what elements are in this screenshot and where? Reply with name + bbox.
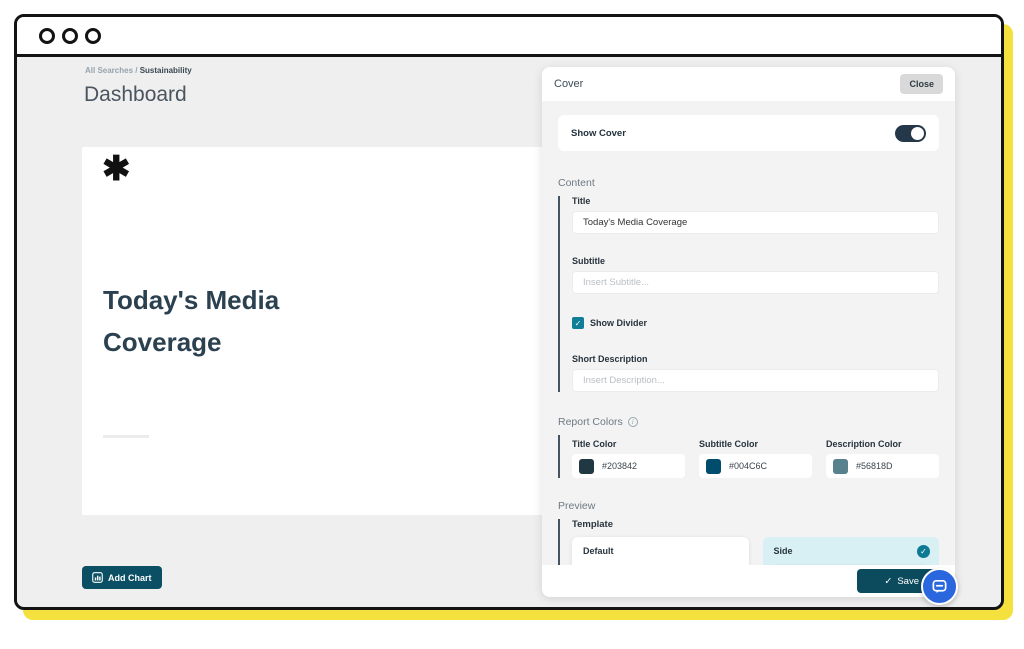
panel-footer: ✓ Save (542, 565, 955, 597)
description-input[interactable] (572, 369, 939, 392)
add-chart-button[interactable]: Add Chart (82, 566, 162, 589)
subtitle-color-column: Subtitle Color #004C6C (699, 435, 812, 478)
report-colors-section-label: Report Colors i (558, 416, 939, 428)
app-body: All Searches / Sustainability Dashboard … (17, 57, 1001, 604)
title-color-label: Title Color (572, 439, 685, 449)
panel-title: Cover (554, 78, 583, 90)
chat-widget-button[interactable] (921, 568, 958, 605)
breadcrumb-separator: / (133, 66, 140, 75)
preview-group: Template Default ✱ (558, 519, 939, 565)
selected-check-icon: ✓ (917, 545, 930, 558)
app-window: All Searches / Sustainability Dashboard … (14, 14, 1004, 610)
chat-icon (931, 578, 948, 595)
breadcrumb: All Searches / Sustainability (85, 66, 192, 75)
description-color-picker[interactable]: #56818D (826, 454, 939, 478)
subtitle-color-hex: #004C6C (729, 461, 767, 471)
cover-settings-panel: Cover Close Show Cover Content Title Sub… (542, 67, 955, 597)
description-field-label: Short Description (572, 354, 939, 364)
template-option-side[interactable]: Side ✓ ✱ (763, 537, 940, 565)
subtitle-color-picker[interactable]: #004C6C (699, 454, 812, 478)
report-cover-title: Today's Media Coverage (103, 279, 333, 363)
template-label: Template (572, 519, 939, 530)
template-default-label: Default (583, 546, 738, 556)
close-button[interactable]: Close (900, 74, 943, 94)
title-field-label: Title (572, 196, 939, 206)
window-control-dot[interactable] (85, 28, 101, 44)
content-group: Title Subtitle ✓ Show Divider Short Desc… (558, 196, 939, 392)
description-color-swatch (833, 459, 848, 474)
add-chart-icon (92, 572, 103, 583)
title-input[interactable] (572, 211, 939, 234)
show-cover-toggle[interactable] (895, 125, 926, 142)
title-color-hex: #203842 (602, 461, 637, 471)
subtitle-color-swatch (706, 459, 721, 474)
report-cover-divider (103, 435, 149, 438)
page-title: Dashboard (84, 83, 187, 107)
show-cover-label: Show Cover (571, 128, 626, 139)
save-label: Save (897, 576, 919, 587)
panel-header: Cover Close (542, 67, 955, 101)
report-colors-label-text: Report Colors (558, 416, 623, 428)
window-control-dot[interactable] (62, 28, 78, 44)
description-color-label: Description Color (826, 439, 939, 449)
show-divider-checkbox[interactable]: ✓ (572, 317, 584, 329)
info-icon[interactable]: i (628, 417, 638, 427)
description-color-hex: #56818D (856, 461, 893, 471)
subtitle-field-label: Subtitle (572, 256, 939, 266)
add-chart-label: Add Chart (108, 573, 152, 583)
subtitle-color-label: Subtitle Color (699, 439, 812, 449)
title-color-swatch (579, 459, 594, 474)
content-section-label: Content (558, 177, 939, 189)
show-divider-label: Show Divider (590, 318, 647, 328)
toggle-knob (911, 127, 924, 140)
title-color-picker[interactable]: #203842 (572, 454, 685, 478)
save-check-icon: ✓ (884, 576, 892, 587)
window-control-dot[interactable] (39, 28, 55, 44)
report-colors-group: Title Color #203842 Subtitle Color #004C… (558, 435, 939, 478)
show-divider-row: ✓ Show Divider (572, 317, 939, 329)
breadcrumb-root-link[interactable]: All Searches (85, 66, 133, 75)
description-color-column: Description Color #56818D (826, 435, 939, 478)
title-color-column: Title Color #203842 (572, 435, 685, 478)
report-logo-icon: ✱ (102, 149, 131, 189)
subtitle-input[interactable] (572, 271, 939, 294)
window-titlebar (17, 17, 1001, 57)
template-option-default[interactable]: Default ✱ (572, 537, 749, 565)
panel-body: Show Cover Content Title Subtitle ✓ Show… (542, 101, 955, 565)
preview-section-label: Preview (558, 500, 939, 512)
template-side-label: Side (774, 546, 929, 556)
breadcrumb-current: Sustainability (140, 66, 192, 75)
show-cover-row: Show Cover (558, 115, 939, 151)
